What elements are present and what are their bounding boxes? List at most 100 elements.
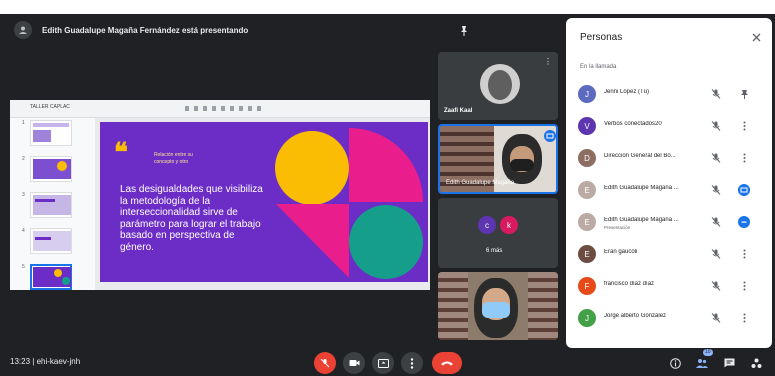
avatar: E	[578, 181, 596, 199]
tile-others[interactable]: c k 6 más	[438, 198, 558, 268]
slide-thumb-1[interactable]	[30, 120, 72, 146]
panel-title: Personas	[580, 32, 623, 43]
more-vert-icon[interactable]	[737, 119, 751, 133]
more-vert-icon[interactable]	[737, 279, 751, 293]
meeting-details-button[interactable]	[666, 354, 684, 372]
hang-up-icon	[441, 361, 453, 366]
participant-row[interactable]: J Jenni López (Tú)	[566, 78, 772, 110]
participant-name: Edith Guadalupe Magaña ...	[604, 217, 679, 223]
clock-time: 13:23	[10, 357, 31, 366]
presenting-badge	[544, 130, 556, 142]
more-vert-icon[interactable]: ⋮	[544, 58, 552, 66]
avatar: c	[478, 216, 496, 234]
more-vert-icon[interactable]	[737, 247, 751, 261]
tile-presenter[interactable]: Edith Guadalupe Magaña	[438, 124, 558, 194]
mic-muted-icon	[710, 311, 724, 325]
participant-row[interactable]: E Eran gaucoli	[566, 238, 772, 270]
camera-toggle-button[interactable]	[343, 352, 365, 374]
presenter-bar: Edith Guadalupe Magaña Fernández está pr…	[0, 14, 565, 46]
magenta-triangle	[276, 204, 349, 278]
people-icon	[696, 358, 708, 368]
leave-call-button[interactable]	[432, 352, 462, 374]
teal-circle	[349, 205, 423, 279]
thumb-number: 5	[22, 264, 25, 270]
mic-muted-icon	[710, 151, 724, 165]
chat-icon	[724, 358, 734, 368]
person-icon	[19, 26, 27, 34]
tile-name: Zaafi Kaal	[444, 108, 473, 114]
avatar	[480, 64, 520, 104]
avatar: J	[578, 85, 596, 103]
slide-thumb-2[interactable]	[30, 156, 72, 182]
people-panel: Personas En la llamada J Jenni López (Tú)…	[566, 18, 772, 348]
mic-muted-icon	[710, 215, 724, 229]
thumb-number: 4	[22, 228, 25, 234]
slides-tools	[185, 106, 265, 111]
participant-name: francisco díaz díaz	[604, 281, 655, 287]
slide-thumb-4[interactable]	[30, 228, 72, 254]
others-count-label: 6 más	[486, 248, 503, 254]
presenting-icon[interactable]	[737, 183, 751, 197]
more-options-button[interactable]	[401, 352, 423, 374]
participant-tiles: ⋮ Zaafi Kaal Edith Guadalupe Magaña c k …	[438, 52, 558, 352]
chat-button[interactable]	[720, 354, 738, 372]
participant-name: Dirección General del Bo...	[604, 153, 676, 159]
participant-row[interactable]: E Edith Guadalupe Magaña ... Presentación	[566, 206, 772, 238]
participant-row[interactable]: Ffrancisco díaz díaz	[566, 270, 772, 302]
slide-thumb-3[interactable]	[30, 192, 72, 218]
activities-button[interactable]	[747, 354, 765, 372]
avatar: J	[578, 309, 596, 327]
avatar: V	[578, 117, 596, 135]
presenter-banner-text: Edith Guadalupe Magaña Fernández está pr…	[42, 25, 249, 35]
tile-self[interactable]	[438, 272, 558, 340]
slides-doc-title: TALLER CAPLAC	[30, 104, 70, 110]
present-button[interactable]	[372, 352, 394, 374]
pin-icon	[461, 26, 467, 36]
info-icon	[669, 357, 681, 369]
meeting-info: 13:23 | ehi-kaev-jnh	[10, 357, 81, 366]
avatar: F	[578, 277, 596, 295]
participant-row[interactable]: D Dirección General del Bo...	[566, 142, 772, 174]
current-slide: ❝ Relación entre su concepto y otro Las …	[100, 122, 428, 282]
mic-muted-icon	[710, 183, 724, 197]
people-count-badge: 10	[703, 349, 713, 356]
mic-muted-icon	[710, 87, 724, 101]
section-label: En la llamada	[580, 64, 617, 70]
slide-thumbnails: 1 2 3 4 5	[10, 118, 95, 290]
mic-muted-icon	[710, 247, 724, 261]
pin-icon[interactable]	[737, 87, 751, 101]
participant-name: Edith Guadalupe Magaña ...	[604, 185, 679, 191]
more-vert-icon[interactable]	[737, 151, 751, 165]
tile-zaafi[interactable]: ⋮ Zaafi Kaal	[438, 52, 558, 120]
participant-row[interactable]: V Verbos conectados20	[566, 110, 772, 142]
layout-button[interactable]	[455, 22, 473, 40]
tile-name: Edith Guadalupe Magaña	[446, 180, 515, 186]
avatar: k	[500, 216, 518, 234]
slide-thumb-5-active[interactable]	[30, 264, 72, 290]
people-button[interactable]: 10	[693, 349, 713, 372]
thumb-number: 1	[22, 120, 25, 126]
top-banner	[0, 0, 775, 14]
close-icon	[752, 33, 760, 41]
participant-name: Jorge alberto González	[604, 313, 667, 319]
thumb-number: 2	[22, 156, 25, 162]
participant-name: Eran gaucoli	[604, 249, 638, 255]
close-button[interactable]	[749, 30, 763, 44]
participant-row[interactable]: J Jorge alberto González	[566, 302, 772, 334]
more-vert-icon[interactable]	[737, 311, 751, 325]
mic-off-icon	[320, 358, 330, 368]
meeting-code: ehi-kaev-jnh	[36, 357, 81, 366]
magenta-quarter	[349, 128, 423, 202]
presenter-avatar	[14, 21, 32, 39]
thumb-number: 3	[22, 192, 25, 198]
avatar: D	[578, 149, 596, 167]
more-vert-icon	[410, 357, 414, 369]
avatar: E	[578, 245, 596, 263]
slides-toolbar: TALLER CAPLAC	[10, 100, 430, 118]
mic-toggle-button[interactable]	[314, 352, 336, 374]
mic-muted-icon	[710, 279, 724, 293]
participant-name: Verbos conectados20	[604, 121, 662, 127]
presenting-icon	[544, 130, 556, 142]
remove-icon[interactable]	[737, 215, 751, 229]
participant-row[interactable]: E Edith Guadalupe Magaña ...	[566, 174, 772, 206]
